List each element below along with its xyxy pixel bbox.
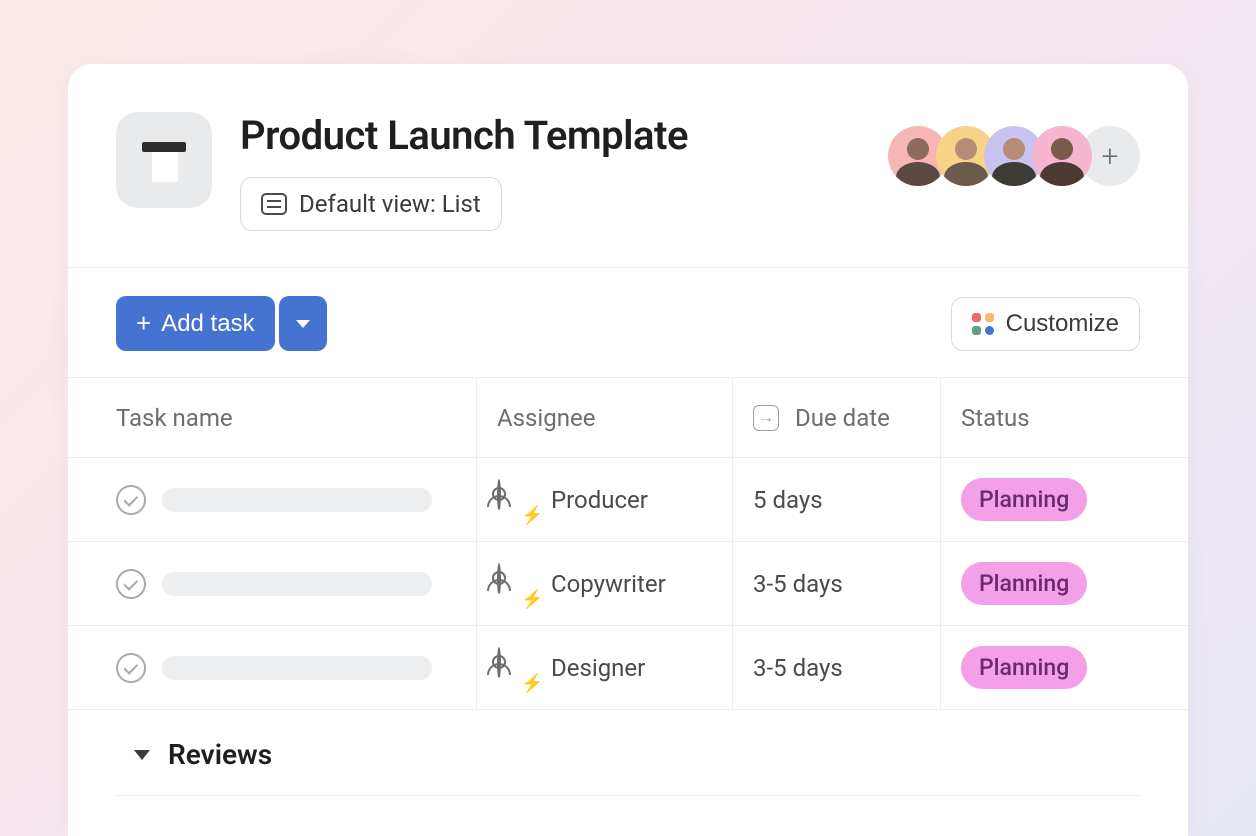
- assignee-auto-icon: ⚡: [497, 565, 535, 603]
- member-avatars: +: [888, 126, 1140, 186]
- task-name-cell[interactable]: [116, 458, 476, 541]
- status-cell[interactable]: Planning: [940, 626, 1140, 709]
- due-cell[interactable]: 3-5 days: [732, 626, 940, 709]
- col-header-task[interactable]: Task name: [116, 378, 476, 457]
- task-name-placeholder: [162, 572, 432, 596]
- status-badge: Planning: [961, 478, 1087, 521]
- add-task-dropdown-button[interactable]: [279, 296, 327, 351]
- assignee-label: Designer: [551, 654, 645, 682]
- table-row[interactable]: ⚡ Producer 5 days Planning: [68, 457, 1188, 541]
- due-label: 5 days: [753, 486, 823, 514]
- task-table: Task name Assignee Due date Status ⚡: [68, 377, 1188, 796]
- due-cell[interactable]: 5 days: [732, 458, 940, 541]
- assignee-cell[interactable]: ⚡ Producer: [476, 458, 732, 541]
- table-header-row: Task name Assignee Due date Status: [68, 377, 1188, 457]
- plus-icon: +: [136, 308, 151, 339]
- col-header-status[interactable]: Status: [940, 378, 1140, 457]
- task-name-placeholder: [162, 488, 432, 512]
- due-label: 3-5 days: [753, 570, 843, 598]
- list-icon: [261, 193, 287, 215]
- view-selector[interactable]: Default view: List: [240, 177, 502, 231]
- assignee-cell[interactable]: ⚡ Copywriter: [476, 542, 732, 625]
- due-label: 3-5 days: [753, 654, 843, 682]
- assignee-label: Copywriter: [551, 570, 666, 598]
- divider: [116, 795, 1140, 796]
- view-label: Default view: List: [299, 190, 481, 218]
- status-cell[interactable]: Planning: [940, 542, 1140, 625]
- status-badge: Planning: [961, 646, 1087, 689]
- section-header[interactable]: Reviews: [68, 709, 1188, 787]
- plus-icon: +: [1102, 139, 1119, 174]
- title-block: Product Launch Template Default view: Li…: [240, 112, 860, 231]
- add-task-label: Add task: [161, 310, 254, 338]
- status-cell[interactable]: Planning: [940, 458, 1140, 541]
- table-row[interactable]: ⚡ Copywriter 3-5 days Planning: [68, 541, 1188, 625]
- section-title: Reviews: [168, 738, 272, 771]
- project-header: Product Launch Template Default view: Li…: [68, 64, 1188, 268]
- complete-toggle-icon[interactable]: [116, 485, 146, 515]
- status-badge: Planning: [961, 562, 1087, 605]
- table-row[interactable]: ⚡ Designer 3-5 days Planning: [68, 625, 1188, 709]
- task-name-cell[interactable]: [116, 542, 476, 625]
- calendar-arrow-icon: [753, 405, 779, 431]
- customize-icon: [972, 313, 994, 335]
- assignee-auto-icon: ⚡: [497, 649, 535, 687]
- chevron-down-icon: [296, 320, 310, 328]
- customize-label: Customize: [1006, 310, 1119, 338]
- project-card: Product Launch Template Default view: Li…: [68, 64, 1188, 836]
- complete-toggle-icon[interactable]: [116, 569, 146, 599]
- task-name-placeholder: [162, 656, 432, 680]
- customize-button[interactable]: Customize: [951, 297, 1140, 351]
- add-task-button[interactable]: + Add task: [116, 296, 275, 351]
- task-name-cell[interactable]: [116, 626, 476, 709]
- toolbar: + Add task Customize: [68, 268, 1188, 361]
- assignee-cell[interactable]: ⚡ Designer: [476, 626, 732, 709]
- project-icon: [116, 112, 212, 208]
- collapse-icon[interactable]: [134, 750, 150, 760]
- assignee-auto-icon: ⚡: [497, 481, 535, 519]
- complete-toggle-icon[interactable]: [116, 653, 146, 683]
- col-header-due[interactable]: Due date: [732, 378, 940, 457]
- avatar[interactable]: [1032, 126, 1092, 186]
- col-header-assignee[interactable]: Assignee: [476, 378, 732, 457]
- add-task-group: + Add task: [116, 296, 327, 351]
- project-title[interactable]: Product Launch Template: [240, 112, 860, 159]
- due-cell[interactable]: 3-5 days: [732, 542, 940, 625]
- assignee-label: Producer: [551, 486, 648, 514]
